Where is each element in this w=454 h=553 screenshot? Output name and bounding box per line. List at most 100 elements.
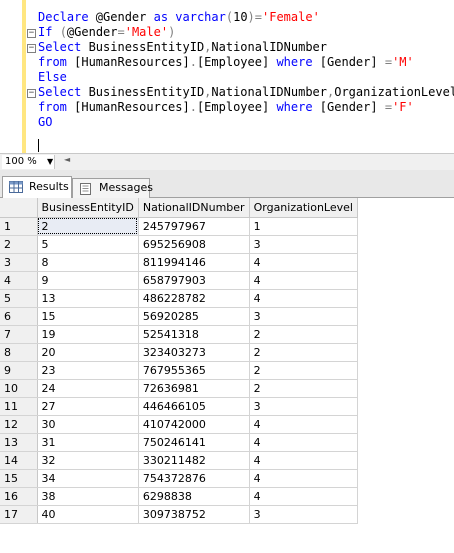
row-number[interactable]: 3 [0,253,38,272]
row-number[interactable]: 1 [0,217,38,236]
row-number[interactable]: 13 [0,433,38,452]
table-row[interactable]: 15 34 754372876 4 [0,469,358,488]
collapse-select-icon[interactable]: − [27,44,36,53]
table-cell[interactable]: 658797903 [138,271,250,290]
row-number[interactable]: 6 [0,307,38,326]
table-cell[interactable]: 4 [249,253,358,272]
code-line[interactable]: GO [38,115,454,130]
collapse-select2-icon[interactable]: − [27,89,36,98]
tab-results[interactable]: Results [2,176,72,199]
table-cell[interactable]: 4 [249,433,358,452]
table-cell[interactable]: 4 [249,451,358,470]
row-number[interactable]: 16 [0,487,38,506]
table-cell[interactable]: 2 [249,379,358,398]
table-cell[interactable]: 309738752 [138,505,250,524]
table-row[interactable]: 12 30 410742000 4 [0,415,358,434]
table-row[interactable]: 4 9 658797903 4 [0,271,358,290]
table-cell[interactable]: 31 [37,433,139,452]
table-cell[interactable]: 3 [249,397,358,416]
table-cell[interactable]: 410742000 [138,415,250,434]
collapse-if-icon[interactable]: − [27,29,36,38]
table-row[interactable]: 11 27 446466105 3 [0,397,358,416]
table-cell[interactable]: 3 [249,235,358,254]
code-line[interactable]: Select BusinessEntityID,NationalIDNumber… [38,85,454,100]
code-line[interactable]: Else [38,70,454,85]
table-row[interactable]: 6 15 56920285 3 [0,307,358,326]
scroll-left-icon[interactable]: ◄ [64,155,70,164]
table-cell[interactable]: 4 [249,487,358,506]
table-row[interactable]: 8 20 323403273 2 [0,343,358,362]
table-cell[interactable]: 9 [37,271,139,290]
sql-code[interactable]: Declare @Gender as varchar(10)='Female' I… [38,10,454,130]
table-cell[interactable]: 330211482 [138,451,250,470]
table-cell[interactable]: 32 [37,451,139,470]
table-cell[interactable]: 24 [37,379,139,398]
table-row[interactable]: 9 23 767955365 2 [0,361,358,380]
row-number[interactable]: 2 [0,235,38,254]
corner-cell[interactable] [0,198,38,218]
row-number[interactable]: 4 [0,271,38,290]
table-row[interactable]: 2 5 695256908 3 [0,235,358,254]
row-number[interactable]: 17 [0,505,38,524]
table-cell[interactable]: 56920285 [138,307,250,326]
table-cell[interactable]: 3 [249,505,358,524]
table-cell[interactable]: 767955365 [138,361,250,380]
table-cell[interactable]: 754372876 [138,469,250,488]
table-cell[interactable]: 20 [37,343,139,362]
table-cell[interactable]: 38 [37,487,139,506]
code-line[interactable]: Declare @Gender as varchar(10)='Female' [38,10,454,25]
table-cell[interactable]: 1 [249,217,358,236]
query-editor[interactable]: − − − Declare @Gender as varchar(10)='Fe… [0,0,454,153]
table-cell[interactable]: 4 [249,289,358,308]
tab-messages[interactable]: Messages [72,178,153,198]
row-number[interactable]: 14 [0,451,38,470]
row-number[interactable]: 8 [0,343,38,362]
table-cell[interactable]: 2 [249,361,358,380]
table-row[interactable]: 14 32 330211482 4 [0,451,358,470]
column-header[interactable]: BusinessEntityID [37,198,139,218]
table-row[interactable]: 10 24 72636981 2 [0,379,358,398]
row-number[interactable]: 12 [0,415,38,434]
table-cell[interactable]: 3 [249,307,358,326]
table-cell[interactable]: 72636981 [138,379,250,398]
table-cell[interactable]: 4 [249,271,358,290]
table-cell[interactable]: 5 [37,235,139,254]
table-row[interactable]: 5 13 486228782 4 [0,289,358,308]
row-number[interactable]: 15 [0,469,38,488]
table-cell[interactable]: 34 [37,469,139,488]
table-cell[interactable]: 750246141 [138,433,250,452]
table-row[interactable]: 16 38 6298838 4 [0,487,358,506]
table-cell[interactable]: 4 [249,415,358,434]
table-cell[interactable]: 23 [37,361,139,380]
column-header[interactable]: NationalIDNumber [138,198,250,218]
table-cell[interactable]: 695256908 [138,235,250,254]
chevron-down-icon[interactable]: ▼ [47,155,53,169]
table-row[interactable]: 7 19 52541318 2 [0,325,358,344]
table-row[interactable]: 1 2 245797967 1 [0,217,358,236]
table-cell[interactable]: 15 [37,307,139,326]
table-cell[interactable]: 30 [37,415,139,434]
table-cell[interactable]: 8 [37,253,139,272]
table-row[interactable]: 3 8 811994146 4 [0,253,358,272]
row-number[interactable]: 11 [0,397,38,416]
table-cell[interactable]: 4 [249,469,358,488]
table-cell[interactable]: 486228782 [138,289,250,308]
code-line[interactable]: from [HumanResources].[Employee] where [… [38,100,454,115]
table-cell[interactable]: 6298838 [138,487,250,506]
row-number[interactable]: 10 [0,379,38,398]
row-number[interactable]: 7 [0,325,38,344]
table-cell[interactable]: 811994146 [138,253,250,272]
table-cell[interactable]: 40 [37,505,139,524]
results-grid[interactable]: BusinessEntityID NationalIDNumber Organi… [0,198,454,553]
code-line[interactable]: from [HumanResources].[Employee] where [… [38,55,454,70]
table-row[interactable]: 13 31 750246141 4 [0,433,358,452]
table-row[interactable]: 17 40 309738752 3 [0,505,358,524]
table-cell[interactable]: 2 [249,325,358,344]
table-cell[interactable]: 19 [37,325,139,344]
row-number[interactable]: 5 [0,289,38,308]
table-cell[interactable]: 13 [37,289,139,308]
table-cell[interactable]: 2 [249,343,358,362]
table-cell[interactable]: 27 [37,397,139,416]
table-cell[interactable]: 323403273 [138,343,250,362]
code-line[interactable]: If (@Gender='Male') [38,25,454,40]
